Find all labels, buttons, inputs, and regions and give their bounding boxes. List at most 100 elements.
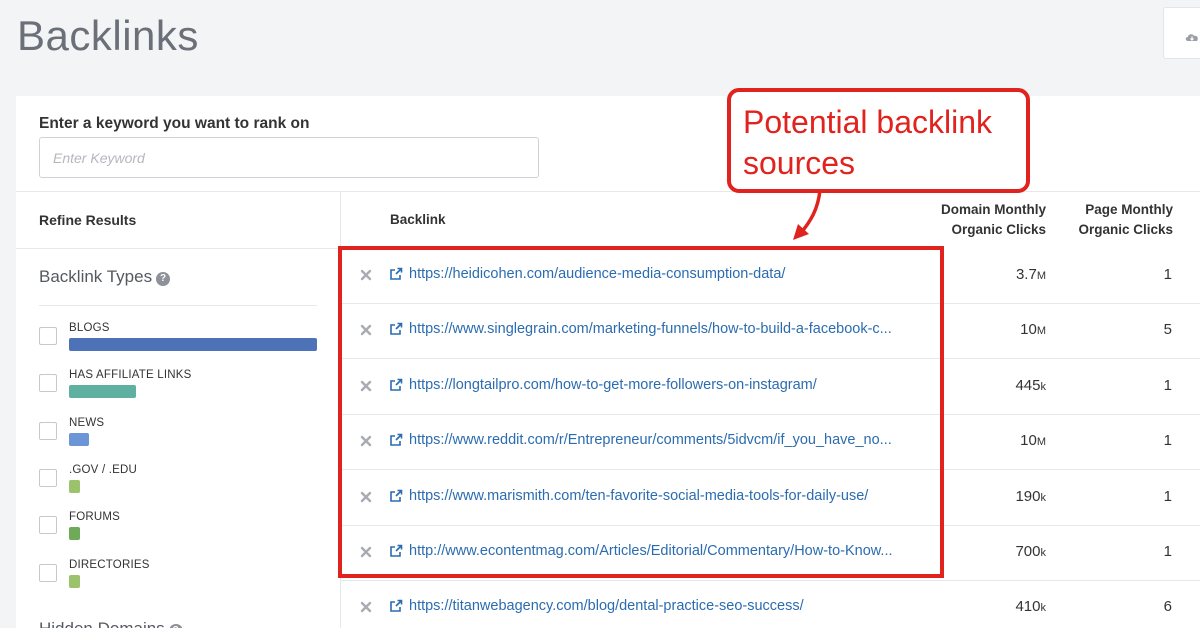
backlink-type-bar	[69, 338, 317, 351]
table-row: https://www.marismith.com/ten-favorite-s…	[340, 471, 1200, 526]
backlink-type-label: HAS AFFILIATE LINKS	[69, 369, 192, 382]
keyword-label: Enter a keyword you want to rank on	[39, 115, 310, 132]
page-monthly-clicks: 1	[1163, 432, 1172, 450]
backlink-type-checkbox[interactable]	[39, 468, 57, 487]
page-monthly-clicks: 5	[1163, 321, 1172, 339]
domain-clicks-value: 445	[1015, 376, 1041, 394]
domain-clicks-unit: M	[1036, 325, 1046, 338]
page-monthly-clicks: 6	[1163, 598, 1172, 616]
remove-icon[interactable]	[360, 546, 372, 558]
page-monthly-clicks: 1	[1163, 376, 1172, 394]
domain-header-line2: Organic Clicks	[951, 222, 1046, 237]
backlink-type-bar	[69, 432, 89, 446]
backlink-url[interactable]: https://www.reddit.com/r/Entrepreneur/co…	[409, 432, 892, 448]
domain-clicks-value: 190	[1015, 487, 1041, 505]
remove-icon[interactable]	[360, 380, 372, 392]
backlink-type-checkbox[interactable]	[39, 327, 57, 345]
domain-monthly-clicks: 700k	[1015, 543, 1046, 560]
backlink-url[interactable]: https://titanwebagency.com/blog/dental-p…	[409, 598, 804, 614]
backlink-type-checkbox[interactable]	[39, 563, 57, 582]
backlink-type-bar	[69, 385, 136, 399]
backlink-type-label: NEWS	[69, 416, 105, 429]
domain-header-line1: Domain Monthly	[941, 202, 1046, 217]
external-link-icon[interactable]	[389, 544, 403, 558]
backlink-url[interactable]: https://www.marismith.com/ten-favorite-s…	[409, 488, 868, 504]
domain-clicks-unit: k	[1040, 380, 1047, 393]
domain-clicks-value: 10	[1020, 321, 1037, 339]
domain-monthly-clicks: 3.7M	[1016, 266, 1046, 283]
annotation-callout: Potential backlink sources	[727, 88, 1030, 193]
divider	[16, 248, 340, 249]
external-link-icon[interactable]	[389, 599, 403, 613]
backlink-types-label: Backlink Types	[39, 267, 153, 286]
backlink-type-label: FORUMS	[69, 511, 121, 524]
page-monthly-clicks: 1	[1163, 266, 1172, 283]
backlink-type-label: BLOGS	[69, 322, 110, 334]
export-button[interactable]	[1163, 7, 1200, 59]
page-monthly-clicks: 1	[1163, 543, 1172, 560]
keyword-input[interactable]	[39, 137, 539, 178]
help-icon[interactable]: ?	[156, 272, 171, 286]
remove-icon[interactable]	[360, 601, 372, 613]
column-header-backlink[interactable]: Backlink	[390, 210, 446, 230]
domain-clicks-value: 3.7	[1015, 266, 1037, 283]
table-row: https://www.reddit.com/r/Entrepreneur/co…	[340, 415, 1200, 471]
external-link-icon[interactable]	[389, 489, 403, 503]
column-header-domain-clicks[interactable]: Domain Monthly Organic Clicks	[896, 200, 1046, 240]
domain-clicks-value: 700	[1015, 543, 1041, 560]
domain-clicks-value: 410	[1015, 598, 1041, 616]
backlink-type-row[interactable]: NEWS	[39, 417, 339, 457]
backlink-url[interactable]: https://heidicohen.com/audience-media-co…	[409, 266, 785, 282]
domain-clicks-unit: k	[1040, 602, 1047, 615]
annotation-arrow	[793, 189, 822, 240]
hidden-domains-label: Hidden Domains	[39, 619, 165, 628]
backlink-type-row[interactable]: HAS AFFILIATE LINKS	[39, 369, 339, 409]
domain-clicks-unit: M	[1036, 436, 1046, 449]
backlink-type-label: DIRECTORIES	[69, 558, 150, 571]
backlink-type-label: .GOV / .EDU	[69, 463, 138, 476]
table-row: https://www.singlegrain.com/marketing-fu…	[340, 304, 1200, 360]
remove-icon[interactable]	[360, 435, 372, 447]
page-header-line1: Page Monthly	[1085, 202, 1173, 217]
table-row: https://titanwebagency.com/blog/dental-p…	[340, 581, 1200, 628]
backlink-type-row[interactable]: BLOGS	[39, 322, 339, 362]
cloud-download-icon	[1185, 34, 1198, 41]
hidden-domains-title: Hidden Domains?	[39, 619, 183, 628]
backlink-type-bar	[69, 574, 80, 588]
table-row: http://www.econtentmag.com/Articles/Edit…	[340, 526, 1200, 581]
table-row: https://longtailpro.com/how-to-get-more-…	[340, 360, 1200, 415]
backlink-types-title: Backlink Types?	[39, 267, 171, 287]
backlink-type-checkbox[interactable]	[39, 421, 57, 440]
remove-icon[interactable]	[360, 491, 372, 503]
backlink-type-checkbox[interactable]	[39, 374, 57, 393]
backlink-url[interactable]: https://www.singlegrain.com/marketing-fu…	[409, 321, 892, 337]
refine-results-title: Refine Results	[39, 212, 137, 228]
backlink-type-bar	[69, 479, 80, 493]
domain-clicks-unit: M	[1036, 270, 1046, 282]
help-icon[interactable]: ?	[168, 624, 183, 628]
external-link-icon[interactable]	[389, 378, 403, 392]
page-header-line2: Organic Clicks	[1078, 222, 1173, 237]
remove-icon[interactable]	[360, 324, 372, 336]
domain-clicks-unit: k	[1040, 547, 1047, 559]
external-link-icon[interactable]	[389, 433, 403, 447]
backlink-type-row[interactable]: DIRECTORIES	[39, 559, 339, 599]
backlink-type-row[interactable]: .GOV / .EDU	[39, 464, 339, 504]
divider	[39, 305, 317, 306]
backlink-url[interactable]: http://www.econtentmag.com/Articles/Edit…	[409, 543, 893, 559]
domain-monthly-clicks: 410k	[1015, 598, 1046, 615]
backlink-type-row[interactable]: FORUMS	[39, 511, 339, 551]
remove-icon[interactable]	[360, 269, 372, 281]
domain-monthly-clicks: 10M	[1020, 432, 1046, 449]
external-link-icon[interactable]	[389, 267, 403, 281]
domain-monthly-clicks: 190k	[1015, 488, 1046, 505]
external-link-icon[interactable]	[389, 322, 403, 336]
column-header-page-clicks[interactable]: Page Monthly Organic Clicks	[1056, 200, 1173, 240]
callout-line2: sources	[743, 145, 856, 181]
page-monthly-clicks: 1	[1163, 487, 1172, 505]
backlink-url[interactable]: https://longtailpro.com/how-to-get-more-…	[409, 377, 817, 393]
backlink-type-checkbox[interactable]	[39, 516, 57, 535]
table-row: https://heidicohen.com/audience-media-co…	[340, 249, 1200, 304]
callout-line1: Potential backlink	[743, 104, 993, 140]
backlink-type-bar	[69, 527, 80, 541]
